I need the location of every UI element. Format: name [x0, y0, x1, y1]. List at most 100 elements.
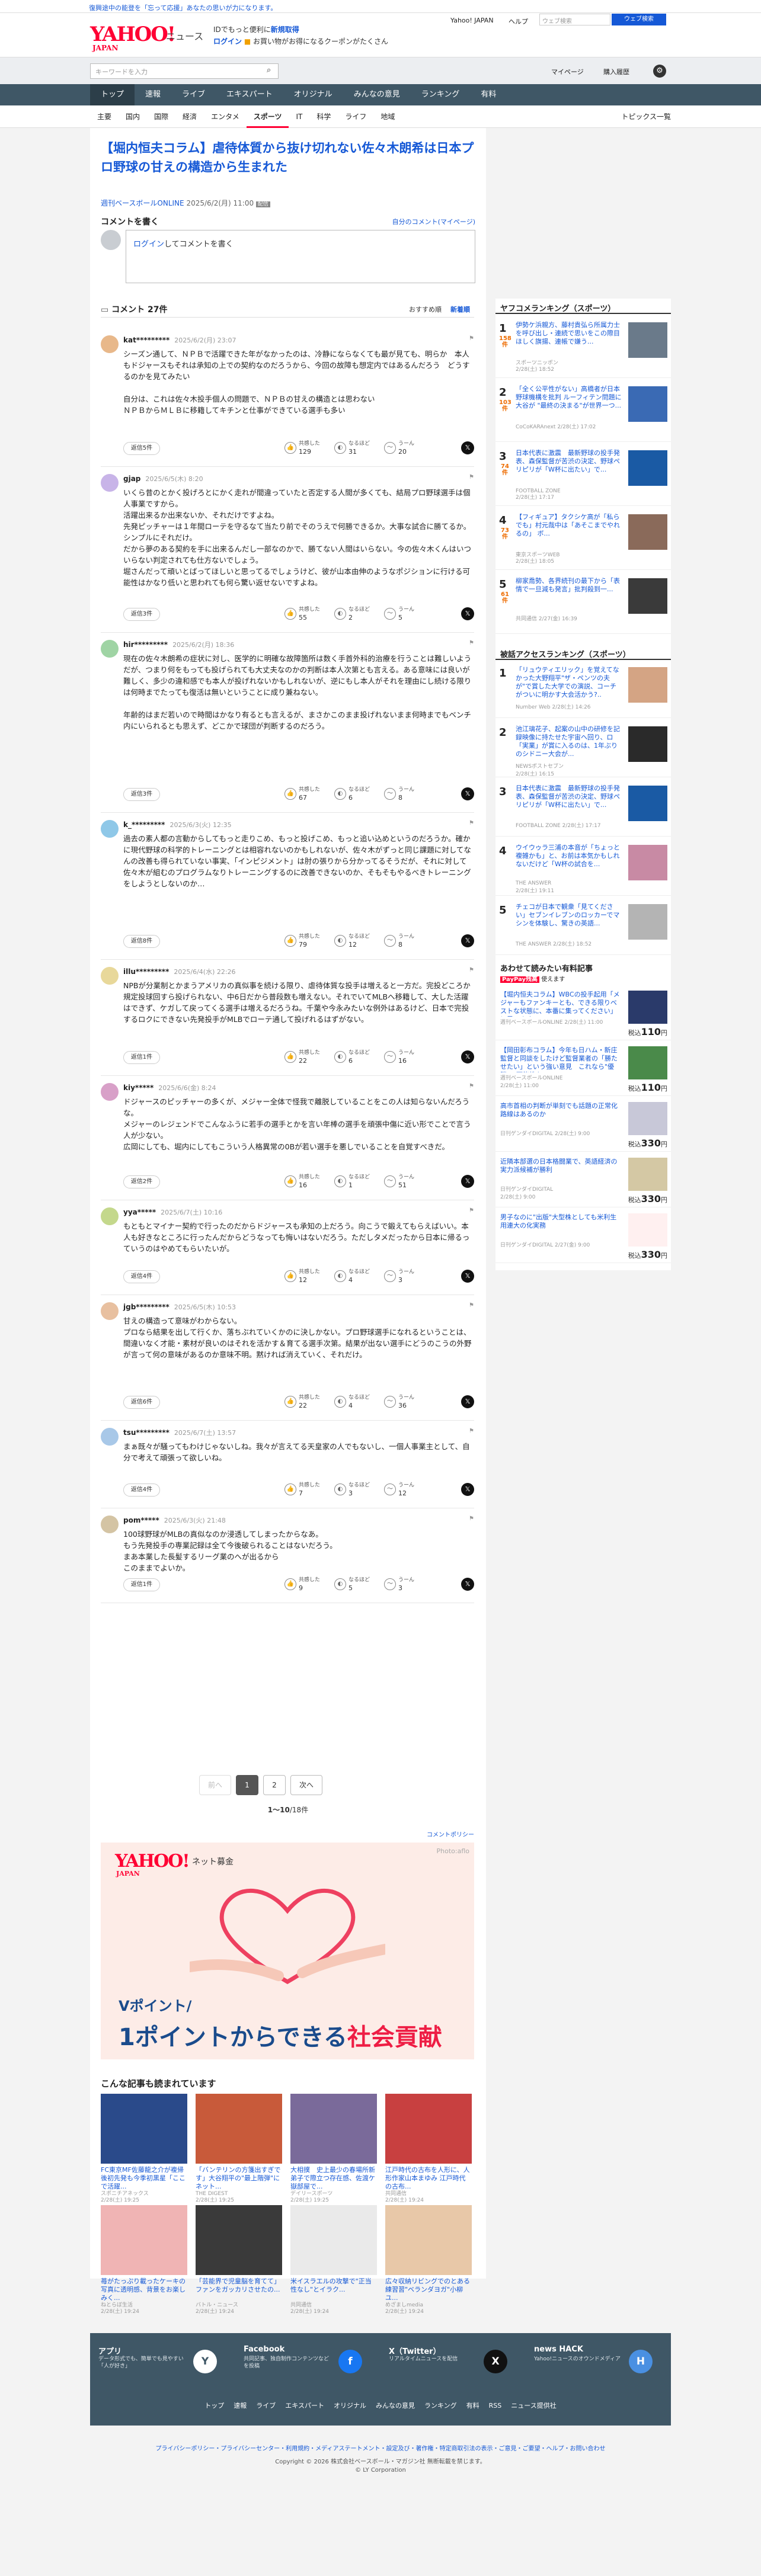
comment-username[interactable]: tsu*********: [123, 1428, 170, 1437]
avatar[interactable]: [101, 1428, 119, 1446]
ranking-title[interactable]: 「全く公平性がない」高橋者が日本野球機構を批判 ルーフィテン問題に大谷が "最終…: [516, 385, 622, 418]
paid-thumbnail[interactable]: [628, 991, 667, 1024]
footer-app-name[interactable]: news HACK: [534, 2345, 583, 2354]
category-tab[interactable]: エンタメ: [204, 105, 247, 128]
category-tab[interactable]: ライフ: [338, 105, 373, 128]
login-link[interactable]: ログイン: [213, 37, 242, 46]
gear-icon[interactable]: ⚙: [653, 65, 666, 78]
news-search-input[interactable]: キーワードを入力: [90, 63, 279, 79]
search-icon[interactable]: ⌕: [267, 66, 271, 75]
mypage-link[interactable]: マイページ: [551, 67, 584, 76]
comment-username[interactable]: jgb*********: [123, 1303, 170, 1311]
reaction-think-button[interactable]: ◐ なるほど 4: [334, 1268, 379, 1286]
replies-button[interactable]: 返信1件: [123, 1578, 160, 1591]
paid-thumbnail[interactable]: [628, 1046, 667, 1079]
related-title[interactable]: 広々収納リビングでのとある練習習"ベランダヨガ"小柳ユ...: [385, 2277, 472, 2302]
replies-button[interactable]: 返信8件: [123, 935, 160, 948]
report-link[interactable]: ⚑: [469, 335, 474, 342]
category-tab[interactable]: スポーツ: [246, 105, 289, 128]
comment-username[interactable]: kat*********: [123, 336, 170, 344]
comment-username[interactable]: k_*********: [123, 821, 165, 829]
report-link[interactable]: ⚑: [469, 1302, 474, 1309]
related-title[interactable]: 江戸時代の古布を人形に、人形作家山本まゆみ 江戸時代の古布...: [385, 2166, 472, 2191]
category-tab[interactable]: 国内: [119, 105, 147, 128]
comment-user[interactable]: jgb********* 2025/6/5(木) 10:53: [123, 1302, 236, 1312]
ranking-item[interactable]: 1 158件 伊勢ケ浜親方、藤村貴弘ら所属力士を呼び出し・連続で思いをこの際目ほしく…: [495, 316, 671, 378]
ranking-thumbnail[interactable]: [628, 578, 667, 614]
signup-link[interactable]: 新規取得: [271, 25, 299, 34]
related-title[interactable]: 苺がたっぷり載ったケーキの写真に透明感、背景をお楽しみく...: [101, 2277, 187, 2302]
avatar[interactable]: [101, 820, 119, 838]
reaction-hmm-button[interactable]: 〜うーん 8: [384, 933, 429, 950]
category-tab[interactable]: IT: [289, 105, 309, 128]
reaction-agree-button[interactable]: 👍 共感した 55: [284, 605, 330, 623]
ranking-item[interactable]: 3 74件 日本代表に激震 最新野球の投手発表、森保監督が苦渋の決定、野球ペリピリが…: [495, 444, 671, 506]
comment-input[interactable]: ログインしてコメントを書く: [126, 230, 475, 283]
related-article[interactable]: 江戸時代の古布を人形に、人形作家山本まゆみ 江戸時代の古布... 共同通信 2/2…: [385, 2094, 472, 2203]
related-thumbnail[interactable]: [101, 2205, 187, 2275]
nav-tab[interactable]: ランキング: [411, 84, 471, 105]
reaction-agree-button[interactable]: 👍 共感した 9: [284, 1576, 330, 1594]
footer-app-link[interactable]: news HACK Yahoo!ニュースのオウンドメディア H: [526, 2345, 671, 2380]
purchase-history-link[interactable]: 購入履歴: [603, 67, 629, 76]
web-search-button[interactable]: ウェブ検索: [612, 14, 666, 25]
avatar[interactable]: [101, 967, 119, 985]
comment-policy-link[interactable]: コメントポリシー: [101, 1830, 474, 1838]
ranking-title[interactable]: チェコが日本で観衆「見てください」セブンイレブンのロッカーでマシンを体験し、驚き…: [516, 903, 622, 936]
footer-app-name[interactable]: アプリ: [98, 2345, 121, 2356]
related-title[interactable]: 大相撲 史上最少の春場所新弟子で際立つ存在感、佐渡ケ嶽部屋で...: [290, 2166, 377, 2191]
ranking-title[interactable]: ウイウゥラ三浦の本音が「ちょっと複雑かも」と、お前は本気かもしれないだけど「W杯…: [516, 844, 622, 877]
report-link[interactable]: ⚑: [469, 1207, 474, 1214]
comment-user[interactable]: kiy***** 2025/6/6(金) 8:24: [123, 1083, 216, 1092]
ranking-title[interactable]: 日本代表に激震 最新野球の投手発表、森保監督が苦渋の決定、野球ペリピリが「W杯に…: [516, 449, 622, 482]
related-thumbnail[interactable]: [290, 2094, 377, 2164]
x-share-icon[interactable]: 𝕏: [461, 1050, 474, 1063]
related-article[interactable]: 「芸能界で児童脳を育てて」ファンをガッカリさせたの... バトル・ニュース 2/2…: [196, 2205, 282, 2315]
nav-tab[interactable]: みんなの意見: [343, 84, 411, 105]
related-thumbnail[interactable]: [385, 2094, 472, 2164]
comment-user[interactable]: k_********* 2025/6/3(火) 12:35: [123, 820, 232, 829]
page-2-button[interactable]: 2: [263, 1775, 286, 1795]
comment-user[interactable]: gjap 2025/6/5(木) 8:20: [123, 474, 203, 483]
comment-user[interactable]: tsu********* 2025/6/7(土) 13:57: [123, 1428, 236, 1437]
reaction-agree-button[interactable]: 👍 共感した 22: [284, 1393, 330, 1411]
ranking-item[interactable]: 4 73件 【フィギュア】タクシケ高が「私らでも」村元哉中は「あそこまでやれるの」 …: [495, 508, 671, 570]
replies-button[interactable]: 返信3件: [123, 788, 160, 801]
yahoo-logo[interactable]: YAHOO! JAPAN: [90, 23, 176, 52]
footer-nav-link[interactable]: エキスパート: [285, 2402, 324, 2410]
replies-button[interactable]: 返信2件: [123, 1175, 160, 1188]
ranking-title[interactable]: 「リュウティエリック」を覚えてなかった大野翔平"ザ・ペンツの夫が"で賞した大学で…: [516, 666, 622, 699]
x-share-icon[interactable]: 𝕏: [461, 1270, 474, 1283]
comment-username[interactable]: kiy*****: [123, 1084, 154, 1092]
related-article[interactable]: FC東京MF佐藤龍之介が複帰後初先発も今季初黒星「ここで活躍... スポニチアネッ…: [101, 2094, 187, 2203]
related-title[interactable]: FC東京MF佐藤龍之介が複帰後初先発も今季初黒星「ここで活躍...: [101, 2166, 187, 2191]
footer-nav-link[interactable]: ニュース提供社: [511, 2402, 556, 2410]
topics-list-link[interactable]: トピックス一覧: [621, 105, 671, 128]
footer-app-icon[interactable]: Y: [193, 2350, 217, 2373]
reaction-agree-button[interactable]: 👍 共感した 7: [284, 1481, 330, 1499]
comment-user[interactable]: pom***** 2025/6/3(火) 21:48: [123, 1516, 226, 1525]
replies-button[interactable]: 返信6件: [123, 1396, 160, 1409]
replies-button[interactable]: 返信4件: [123, 1270, 160, 1283]
paid-article[interactable]: 【堀内恒夫コラム】WBCの投手起用「メジャーもファンキーとも、できる限りベストな…: [495, 986, 671, 1040]
reaction-agree-button[interactable]: 👍 共感した 67: [284, 786, 330, 803]
comment-user[interactable]: hir********* 2025/6/2(月) 18:36: [123, 640, 234, 649]
nav-tab[interactable]: 有料: [470, 84, 507, 105]
reaction-think-button[interactable]: ◐ なるほど 3: [334, 1481, 379, 1499]
related-thumbnail[interactable]: [196, 2094, 282, 2164]
charity-ad-banner[interactable]: YAHOO! JAPAN ネット募金 Photo:aflo Vポイント/ 1ポイン…: [101, 1843, 474, 2059]
reaction-think-button[interactable]: ◐ なるほど 4: [334, 1393, 379, 1411]
reaction-think-button[interactable]: ◐ なるほど 6: [334, 786, 379, 803]
footer-nav-link[interactable]: オリジナル: [334, 2402, 366, 2410]
reaction-hmm-button[interactable]: 〜うーん 12: [384, 1481, 429, 1499]
ranking-item[interactable]: 5 61件 柳家喬勢、各界続刊の最下から「表情で一旦減も発言」批判殺到一... 共同通…: [495, 572, 671, 634]
report-link[interactable]: ⚑: [469, 1516, 474, 1522]
related-title[interactable]: 「芸能界で児童脳を育てて」ファンをガッカリさせたの...: [196, 2277, 282, 2302]
report-link[interactable]: ⚑: [469, 967, 474, 973]
paid-article[interactable]: 男子なのに"出版"大型株としても米利生用連大の化実務 日刊ゲンダイDIGITAL …: [495, 1209, 671, 1263]
related-article[interactable]: 広々収納リビングでのとある練習習"ベランダヨガ"小柳ユ... めざましmedia …: [385, 2205, 472, 2315]
avatar[interactable]: [101, 474, 119, 492]
news-service-label[interactable]: ニュース: [166, 28, 203, 43]
ranking-thumbnail[interactable]: [628, 786, 667, 821]
related-article[interactable]: 米イスラエルの攻撃で"正当性なし"とイラク... 共同通信 2/28(土) 19:…: [290, 2205, 377, 2315]
